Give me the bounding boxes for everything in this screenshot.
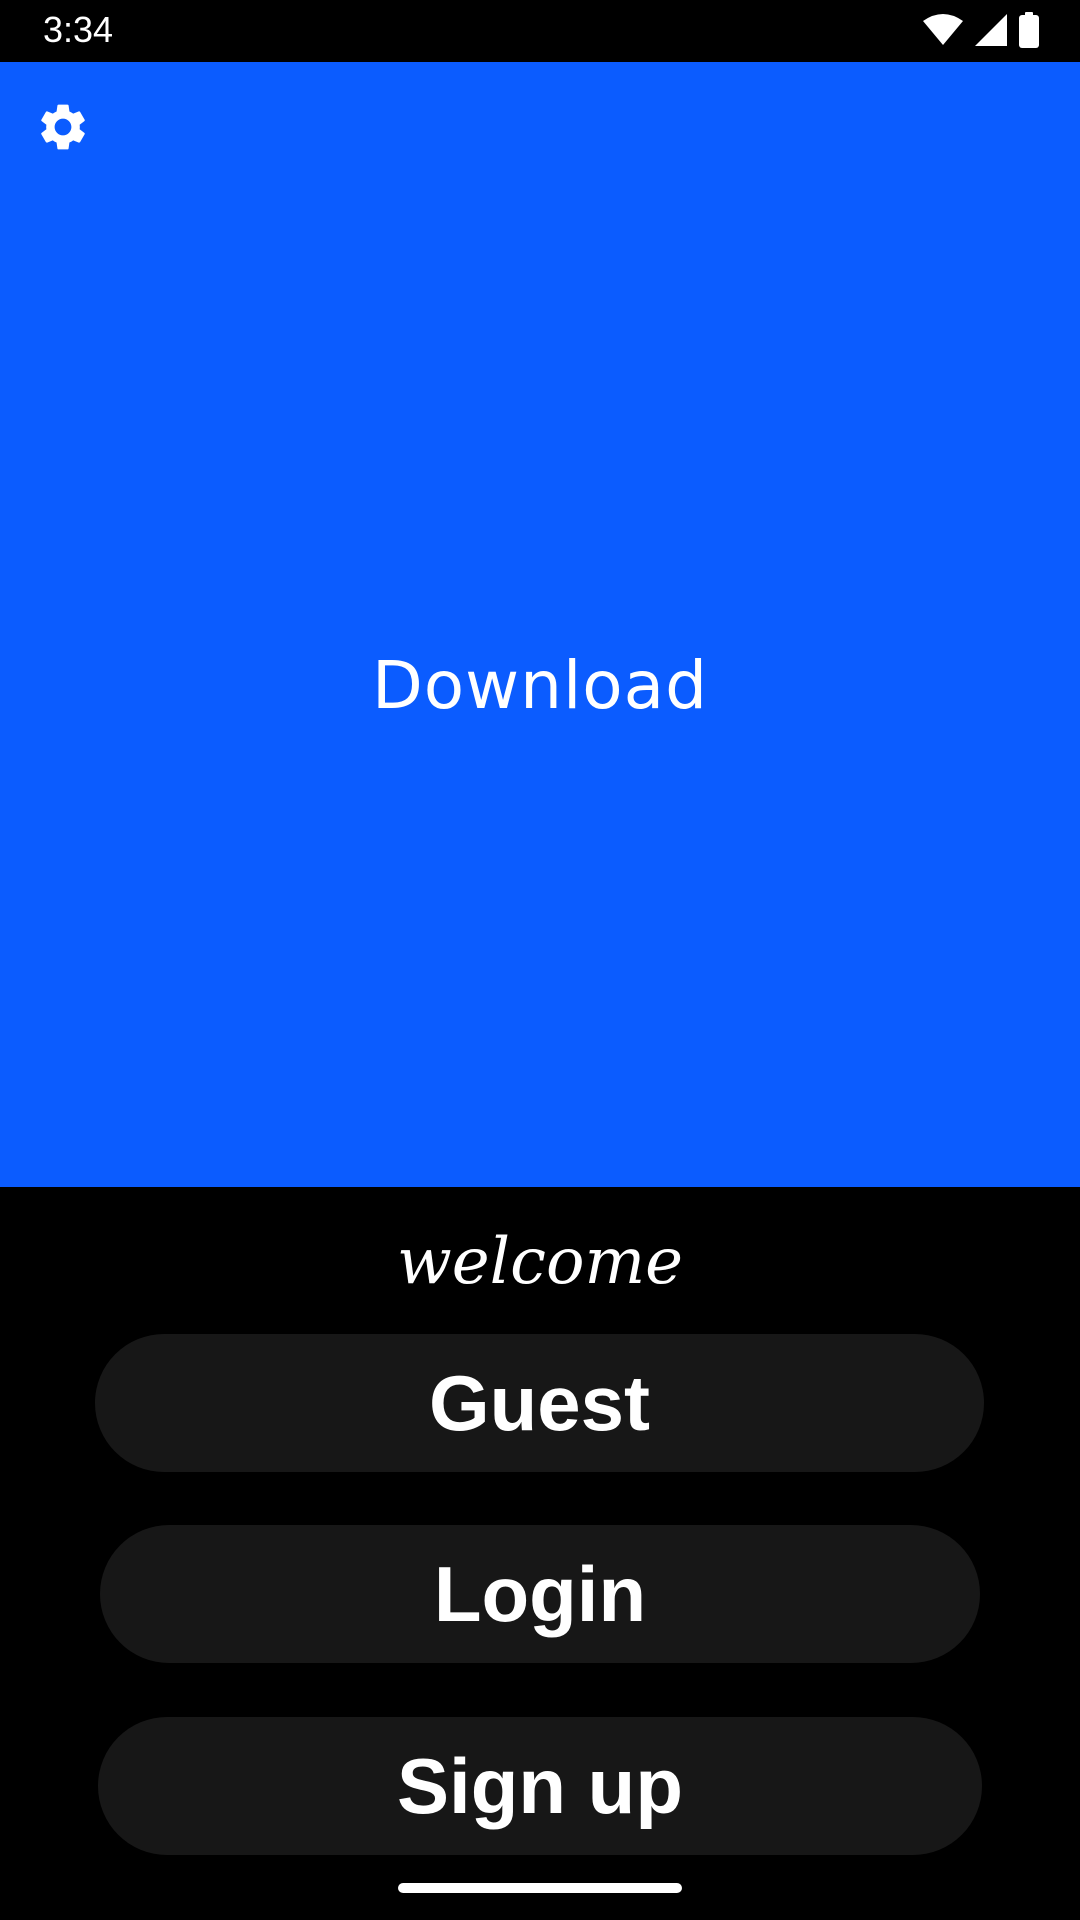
- welcome-text: welcome: [396, 1225, 684, 1299]
- download-button[interactable]: Download: [0, 635, 1080, 735]
- status-time: 3:34: [43, 9, 114, 50]
- status-icons: [922, 10, 1040, 50]
- home-indicator[interactable]: [398, 1883, 682, 1893]
- settings-button[interactable]: [28, 94, 98, 164]
- status-bar: 3:34: [0, 0, 1080, 62]
- guest-button-label: Guest: [428, 1358, 651, 1447]
- login-button[interactable]: Login: [100, 1525, 980, 1663]
- battery-icon: [1018, 12, 1040, 48]
- guest-button[interactable]: Guest: [95, 1334, 984, 1472]
- app-screen: 3:34 Download welcome Guest Login Sign u…: [0, 0, 1080, 1920]
- cell-signal-icon: [974, 13, 1008, 47]
- wifi-icon: [922, 13, 964, 47]
- login-button-label: Login: [433, 1549, 647, 1638]
- signup-button[interactable]: Sign up: [98, 1717, 982, 1855]
- signup-button-label: Sign up: [397, 1741, 683, 1830]
- download-panel[interactable]: [0, 62, 1080, 1187]
- gear-icon: [35, 99, 91, 160]
